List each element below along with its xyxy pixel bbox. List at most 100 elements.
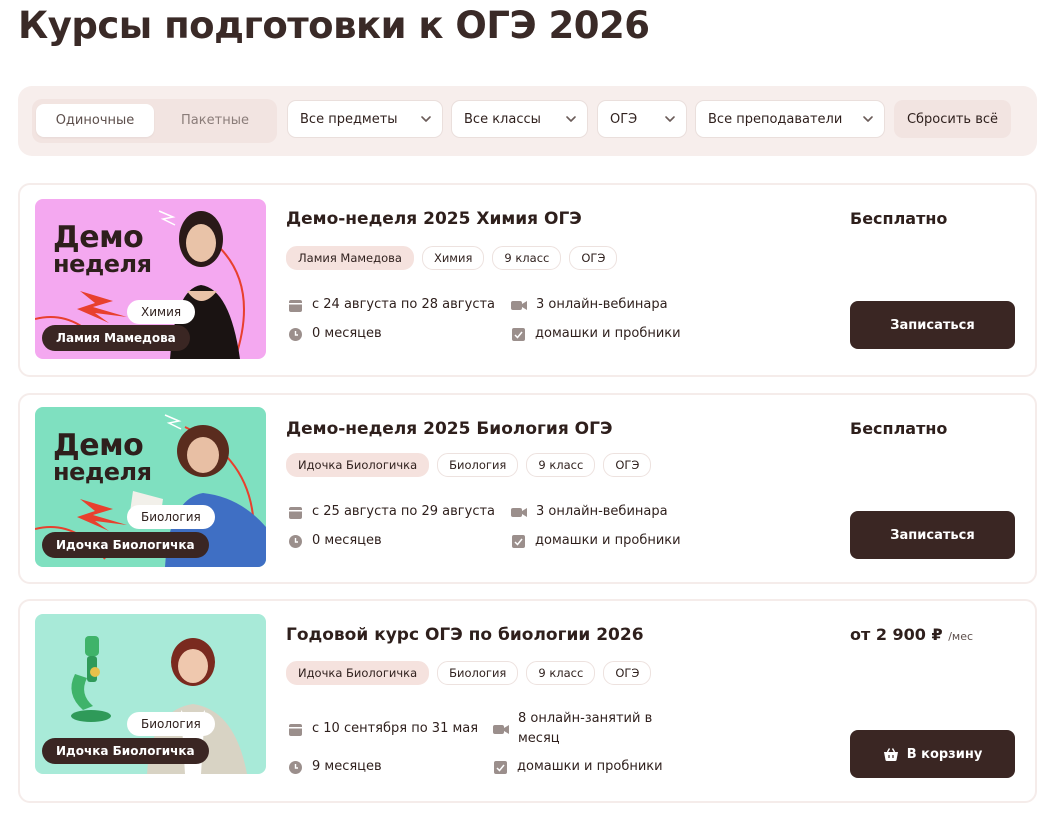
course-duration: 0 месяцев — [288, 324, 382, 344]
course-title[interactable]: Демо-неделя 2025 Биология ОГЭ — [286, 419, 612, 439]
course-lessons-text: 8 онлайн-занятий в месяц — [518, 711, 653, 746]
course-duration: 0 месяцев — [288, 531, 382, 551]
course-duration: 9 месяцев — [288, 757, 382, 777]
subject-dropdown[interactable]: Все предметы — [287, 100, 443, 138]
segment-single[interactable]: Одиночные — [36, 104, 154, 137]
grade-dropdown-label: Все классы — [464, 111, 541, 127]
homework-icon — [512, 535, 525, 548]
course-price-value: Бесплатно — [850, 419, 948, 438]
thumb-subject-badge: Химия — [127, 300, 196, 324]
chevron-down-icon — [566, 116, 576, 122]
enroll-button-label: Записаться — [890, 527, 975, 543]
thumb-demo-line2: неделя — [53, 458, 152, 486]
course-price: от 2 900 ₽ /мес — [850, 625, 973, 644]
course-lessons-text: 3 онлайн-вебинара — [536, 297, 668, 312]
course-duration-text: 9 месяцев — [312, 759, 382, 774]
chevron-down-icon — [421, 116, 431, 122]
course-card[interactable]: Демо неделя Биология Идочка Биологичка Д… — [18, 393, 1037, 584]
course-title[interactable]: Демо-неделя 2025 Химия ОГЭ — [286, 209, 582, 229]
course-price-value: Бесплатно — [850, 209, 948, 228]
thumb-subject-badge: Биология — [127, 712, 215, 736]
enroll-button[interactable]: Записаться — [850, 301, 1015, 349]
subject-tag: Химия — [421, 246, 485, 270]
clock-icon — [289, 535, 302, 548]
page-title: Курсы подготовки к ОГЭ 2026 — [18, 4, 650, 47]
add-to-cart-label: В корзину — [906, 746, 983, 762]
exam-tag: ОГЭ — [603, 453, 652, 477]
course-lessons: 3 онлайн-вебинара — [511, 295, 668, 315]
teacher-tag: Идочка Биологичка — [286, 453, 430, 477]
video-icon — [493, 725, 509, 734]
exam-dropdown[interactable]: ОГЭ — [597, 100, 687, 138]
subject-tag: Биология — [437, 453, 519, 477]
subject-dropdown-label: Все предметы — [300, 111, 398, 127]
course-dates-text: с 24 августа по 28 августа — [312, 297, 496, 312]
homework-icon — [494, 761, 507, 774]
course-tags: Ламия Мамедова Химия 9 класс ОГЭ — [286, 246, 618, 270]
thumb-teacher-badge: Ламия Мамедова — [42, 325, 190, 351]
course-dates-text: с 25 августа по 29 августа — [312, 504, 496, 519]
course-dates: с 10 сентября по 31 мая — [288, 719, 478, 739]
course-homework: домашки и пробники — [511, 531, 681, 551]
course-tags: Идочка Биологичка Биология 9 класс ОГЭ — [286, 661, 652, 685]
teacher-tag: Ламия Мамедова — [286, 246, 414, 270]
subject-tag: Биология — [437, 661, 519, 685]
chevron-down-icon — [863, 116, 873, 122]
exam-tag: ОГЭ — [603, 661, 652, 685]
course-lessons: 8 онлайн-занятий в месяц — [493, 709, 673, 749]
teacher-tag: Идочка Биологичка — [286, 661, 430, 685]
homework-icon — [512, 328, 525, 341]
course-thumbnail[interactable]: Биология Идочка Биологичка — [35, 614, 266, 774]
chevron-down-icon — [665, 116, 675, 122]
course-lessons: 3 онлайн-вебинара — [511, 502, 668, 522]
calendar-icon — [289, 300, 302, 312]
course-title[interactable]: Годовой курс ОГЭ по биологии 2026 — [286, 625, 644, 645]
course-price-value: от 2 900 ₽ — [850, 625, 943, 644]
video-icon — [511, 508, 527, 517]
filters-bar: Одиночные Пакетные Все предметы Все клас… — [18, 86, 1037, 156]
course-thumbnail[interactable]: Демо неделя Биология Идочка Биологичка — [35, 407, 266, 567]
course-price-unit: /мес — [948, 630, 974, 643]
exam-tag: ОГЭ — [569, 246, 618, 270]
grade-tag: 9 класс — [526, 661, 596, 685]
course-duration-text: 0 месяцев — [312, 533, 382, 548]
course-type-segment: Одиночные Пакетные — [32, 99, 277, 143]
course-card[interactable]: Демо неделя Химия Ламия Мамедова Демо-не… — [18, 183, 1037, 377]
teacher-dropdown[interactable]: Все преподаватели — [695, 100, 885, 138]
basket-icon — [883, 747, 898, 761]
video-icon — [511, 301, 527, 310]
course-homework: домашки и пробники — [511, 324, 681, 344]
teacher-dropdown-label: Все преподаватели — [708, 111, 843, 127]
thumb-teacher-badge: Идочка Биологичка — [42, 738, 209, 764]
course-lessons-text: 3 онлайн-вебинара — [536, 504, 668, 519]
grade-tag: 9 класс — [526, 453, 596, 477]
course-thumbnail[interactable]: Демо неделя Химия Ламия Мамедова — [35, 199, 266, 359]
reset-filters-button[interactable]: Сбросить всё — [894, 100, 1011, 138]
grade-tag: 9 класс — [492, 246, 562, 270]
course-duration-text: 0 месяцев — [312, 326, 382, 341]
course-homework-text: домашки и пробники — [535, 533, 681, 548]
thumb-subject-badge: Биология — [127, 505, 215, 529]
segment-bundle[interactable]: Пакетные — [156, 104, 274, 137]
calendar-icon — [289, 507, 302, 519]
course-homework-text: домашки и пробники — [517, 759, 663, 774]
course-homework-text: домашки и пробники — [535, 326, 681, 341]
add-to-cart-button[interactable]: В корзину — [850, 730, 1015, 778]
course-price: Бесплатно — [850, 419, 947, 438]
thumb-demo-line1: Демо — [53, 428, 144, 463]
course-price: Бесплатно — [850, 209, 947, 228]
course-card[interactable]: Биология Идочка Биологичка Годовой курс … — [18, 599, 1037, 803]
course-dates-text: с 10 сентября по 31 мая — [312, 721, 479, 736]
thumb-demo-line2: неделя — [53, 250, 152, 278]
exam-dropdown-label: ОГЭ — [610, 111, 638, 127]
course-homework: домашки и пробники — [493, 757, 663, 777]
thumb-demo-line1: Демо — [53, 220, 144, 255]
course-dates: с 25 августа по 29 августа — [288, 502, 495, 522]
enroll-button-label: Записаться — [890, 317, 975, 333]
thumb-teacher-badge: Идочка Биологичка — [42, 532, 209, 558]
course-tags: Идочка Биологичка Биология 9 класс ОГЭ — [286, 453, 652, 477]
enroll-button[interactable]: Записаться — [850, 511, 1015, 559]
course-dates: с 24 августа по 28 августа — [288, 295, 495, 315]
clock-icon — [289, 761, 302, 774]
grade-dropdown[interactable]: Все классы — [451, 100, 588, 138]
